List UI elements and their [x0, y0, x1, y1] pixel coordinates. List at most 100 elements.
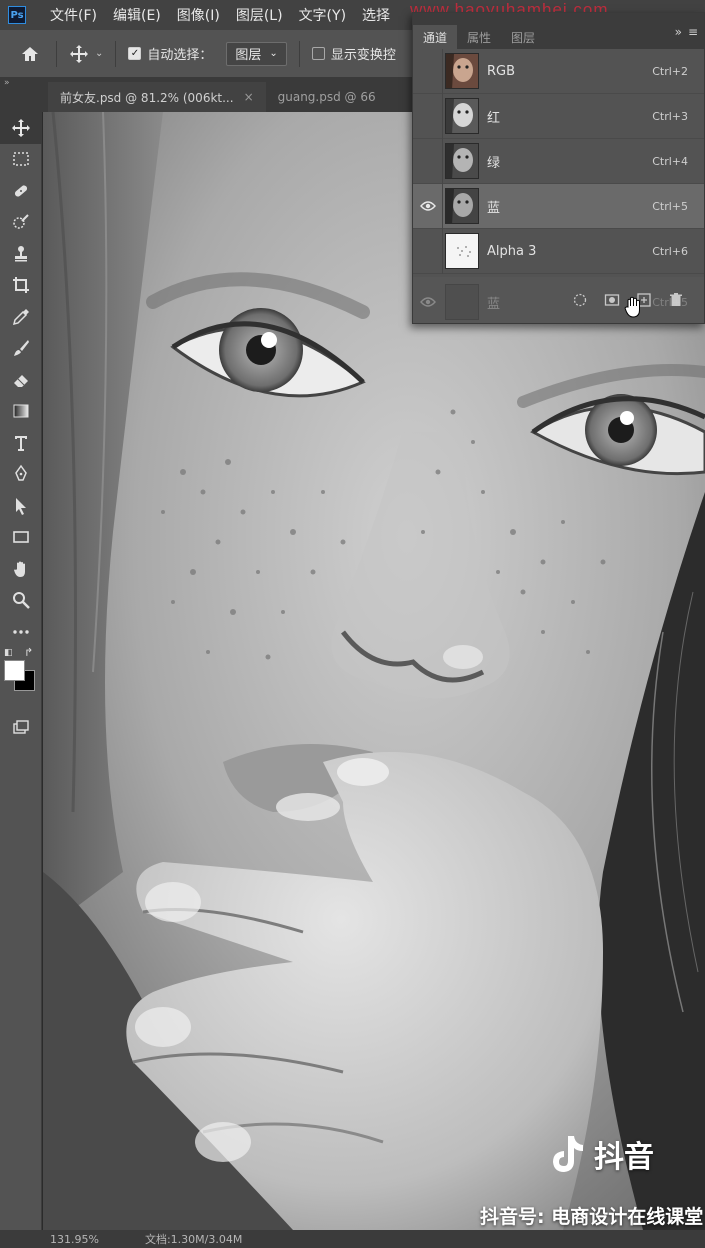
channel-name: 蓝: [487, 200, 501, 216]
more-tools[interactable]: [0, 616, 42, 648]
pen-tool[interactable]: [0, 459, 42, 491]
menu-layer[interactable]: 图层(L): [236, 5, 283, 25]
auto-select-checkbox[interactable]: ✓: [128, 47, 142, 60]
default-colors-icon[interactable]: ◧: [4, 648, 13, 658]
move-tool[interactable]: [0, 112, 42, 144]
channel-shortcut: Ctrl+5: [652, 295, 688, 309]
zoom-tool[interactable]: [0, 585, 42, 617]
separator: [56, 40, 57, 67]
collapse-panel-icon[interactable]: »: [675, 25, 682, 39]
visibility-toggle[interactable]: [413, 48, 443, 94]
color-swatches: ◧ ↱: [0, 646, 42, 712]
screen-mode-icon: [13, 720, 29, 734]
move-tool-preset[interactable]: ⌄: [69, 44, 103, 64]
crop-tool[interactable]: [0, 270, 42, 302]
panel-controls: » ≡: [675, 25, 698, 39]
brush-icon: [14, 340, 29, 357]
healing-brush-tool[interactable]: [0, 175, 42, 207]
foreground-color-swatch[interactable]: [4, 659, 25, 681]
tab-channels[interactable]: 通道: [413, 25, 458, 49]
type-icon: [15, 435, 27, 451]
channel-row-rgb[interactable]: RGB Ctrl+2: [413, 48, 704, 94]
tools-panel: ◧ ↱: [0, 112, 42, 1230]
visibility-toggle[interactable]: [413, 228, 443, 274]
photoshop-logo: Ps: [8, 6, 26, 24]
channel-thumbnail: [445, 233, 479, 269]
channel-thumbnail: [445, 284, 479, 320]
ellipsis-icon: [13, 630, 29, 634]
tab-label: 前女友.psd @ 81.2% (006kt...: [60, 90, 234, 105]
home-button[interactable]: [16, 40, 44, 68]
douyin-account-id: 抖音号: 电商设计在线课堂: [480, 1206, 704, 1228]
marquee-tool[interactable]: [0, 144, 42, 176]
move-icon: [12, 118, 30, 137]
clone-stamp-tool[interactable]: [0, 238, 42, 270]
eyedropper-tool[interactable]: [0, 301, 42, 333]
swap-colors-icon[interactable]: ↱: [24, 646, 33, 659]
eraser-tool[interactable]: [0, 364, 42, 396]
chevron-down-icon: ⌄: [269, 48, 278, 59]
channel-name: 红: [487, 110, 501, 126]
visibility-toggle[interactable]: [413, 93, 443, 139]
collapse-arrows-icon[interactable]: »: [4, 78, 10, 88]
douyin-watermark: 抖音: [548, 1132, 654, 1176]
gradient-icon: [13, 404, 29, 418]
menu-image[interactable]: 图像(I): [177, 5, 220, 25]
tab-layers[interactable]: 图层: [501, 25, 545, 49]
dragging-channel-ghost: 蓝 Ctrl+5: [413, 279, 704, 325]
menu-type[interactable]: 文字(Y): [299, 5, 346, 25]
tab-properties[interactable]: 属性: [457, 25, 501, 49]
channel-row-green[interactable]: 绿 Ctrl+4: [413, 138, 704, 184]
channel-row-blue[interactable]: 蓝 Ctrl+5: [413, 183, 704, 229]
home-icon: [22, 46, 38, 61]
tab-document-2[interactable]: guang.psd @ 66: [266, 82, 388, 112]
douyin-label: 抖音: [594, 1140, 654, 1175]
visibility-toggle[interactable]: [413, 183, 443, 229]
path-selection-tool[interactable]: [0, 490, 42, 522]
panel-tabs: 通道 属性 图层 » ≡: [413, 13, 704, 49]
zoom-level[interactable]: 131.95%: [50, 1233, 99, 1246]
grab-cursor-icon: [624, 296, 640, 318]
hand-tool[interactable]: [0, 553, 42, 585]
crop-icon: [13, 277, 29, 294]
channel-thumbnail: [445, 98, 479, 134]
channel-name: 蓝: [487, 296, 501, 312]
channel-thumbnail: [445, 53, 479, 89]
gradient-tool[interactable]: [0, 396, 42, 428]
eye-icon: [419, 201, 436, 211]
channel-row-alpha[interactable]: Alpha 3 Ctrl+6: [413, 228, 704, 274]
channel-shortcut: Ctrl+2: [652, 64, 688, 78]
screen-mode-tool[interactable]: [0, 712, 42, 744]
quick-selection-tool[interactable]: [0, 207, 42, 239]
status-bar: 131.95% 文档:1.30M/3.04M: [0, 1230, 705, 1248]
menu-file[interactable]: 文件(F): [50, 5, 97, 25]
panel-menu-icon[interactable]: ≡: [688, 25, 698, 39]
show-transform-checkbox[interactable]: [311, 47, 325, 60]
channel-name: Alpha 3: [487, 243, 537, 259]
channel-shortcut: Ctrl+3: [652, 109, 688, 123]
bandage-icon: [14, 185, 28, 197]
close-icon[interactable]: ×: [244, 90, 254, 104]
tab-document-1[interactable]: 前女友.psd @ 81.2% (006kt... ×: [48, 82, 266, 112]
document-size: 文档:1.30M/3.04M: [144, 1233, 243, 1246]
channel-thumbnail: [445, 143, 479, 179]
chevron-down-icon: ⌄: [95, 48, 104, 59]
pen-icon: [15, 464, 27, 481]
brush-tool[interactable]: [0, 333, 42, 365]
type-tool[interactable]: [0, 427, 42, 459]
channel-name: RGB: [487, 63, 516, 79]
auto-select-target-dropdown[interactable]: 图层 ⌄: [226, 41, 287, 66]
channel-row-red[interactable]: 红 Ctrl+3: [413, 93, 704, 139]
marquee-icon: [13, 152, 29, 166]
magnifier-icon: [13, 592, 30, 610]
hand-icon: [14, 561, 25, 577]
visibility-toggle[interactable]: [413, 138, 443, 184]
rectangle-tool[interactable]: [0, 522, 42, 554]
channel-name: 绿: [487, 155, 501, 171]
channel-shortcut: Ctrl+4: [652, 154, 688, 168]
menu-edit[interactable]: 编辑(E): [113, 5, 161, 25]
eyedropper-icon: [12, 308, 29, 325]
arrow-cursor-icon: [16, 497, 26, 515]
menu-select[interactable]: 选择: [362, 5, 390, 25]
show-transform-label: 显示变换控: [330, 48, 396, 63]
